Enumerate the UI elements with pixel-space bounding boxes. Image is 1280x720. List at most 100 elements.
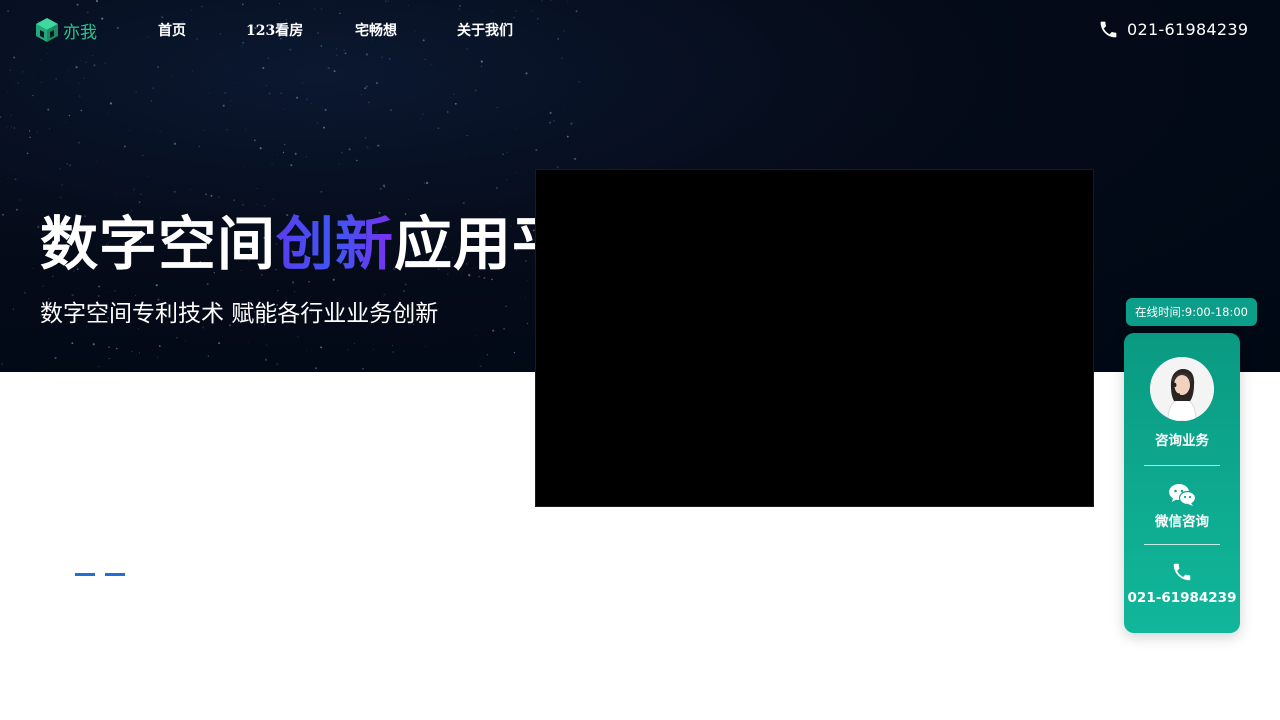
star: [259, 147, 262, 150]
star: [480, 65, 483, 68]
star: [68, 70, 70, 72]
star: [353, 142, 355, 144]
star: [294, 152, 297, 155]
star: [106, 292, 107, 294]
star: [263, 204, 266, 207]
star: [108, 346, 110, 349]
slider-dot-2[interactable]: [105, 573, 125, 576]
logo-cube-icon: [36, 18, 58, 42]
star: [154, 355, 156, 357]
star: [392, 351, 394, 353]
star: [535, 149, 538, 152]
star: [138, 352, 141, 354]
star: [339, 163, 341, 165]
header-phone[interactable]: 021-61984239: [1098, 19, 1248, 40]
star: [59, 196, 62, 199]
nav-item-123-view-house[interactable]: 123看房: [246, 20, 303, 40]
star: [82, 77, 85, 80]
star: [525, 297, 527, 299]
star: [465, 152, 466, 154]
star: [171, 76, 172, 77]
star: [368, 101, 370, 104]
star: [65, 121, 66, 123]
star: [139, 193, 142, 196]
star: [16, 208, 18, 211]
video-player[interactable]: [535, 169, 1094, 507]
nav-item-zhai-changxiang[interactable]: 宅畅想: [355, 20, 397, 40]
star: [68, 114, 71, 117]
nav-item-home[interactable]: 首页: [158, 20, 186, 40]
star: [466, 135, 468, 137]
star: [13, 127, 16, 129]
star: [77, 141, 80, 144]
star: [377, 144, 380, 147]
nav-item-about-us[interactable]: 关于我们: [457, 20, 513, 40]
star: [294, 291, 296, 293]
star: [173, 190, 176, 193]
star: [188, 175, 190, 176]
star: [55, 77, 58, 81]
star: [480, 60, 483, 63]
star: [454, 102, 457, 105]
star: [157, 66, 160, 69]
star: [324, 108, 327, 111]
star: [320, 190, 323, 193]
star: [563, 121, 565, 123]
star: [80, 109, 83, 112]
consult-phone-number[interactable]: 021-61984239: [1124, 590, 1240, 606]
star: [364, 87, 367, 90]
star: [170, 371, 172, 372]
star: [93, 64, 96, 67]
wechat-consult-label[interactable]: 微信咨询: [1124, 510, 1240, 530]
star: [496, 107, 498, 109]
customer-service-avatar[interactable]: [1150, 357, 1214, 421]
hero-headline: 数字空间创新应用平台: [40, 208, 536, 288]
star: [157, 356, 159, 358]
star: [36, 131, 38, 133]
hero-subtitle: 数字空间专利技术 赋能各行业业务创新: [40, 301, 439, 327]
star: [192, 70, 193, 72]
star: [424, 182, 426, 184]
star: [178, 175, 180, 177]
star: [402, 289, 405, 293]
star: [365, 137, 367, 139]
star: [502, 153, 504, 155]
star: [495, 186, 498, 189]
star: [131, 350, 133, 353]
star: [506, 151, 508, 153]
star: [222, 104, 225, 107]
star: [310, 103, 313, 105]
star: [430, 63, 433, 66]
star: [526, 322, 529, 325]
star: [315, 367, 317, 370]
star: [515, 172, 517, 174]
star: [26, 152, 29, 155]
star: [61, 184, 63, 186]
star: [135, 90, 137, 93]
star: [176, 336, 178, 339]
star: [450, 97, 452, 98]
star: [347, 349, 349, 351]
star: [389, 109, 392, 112]
headline-accent-text: 创新: [276, 210, 395, 278]
star: [268, 92, 271, 95]
top-nav: 亦我 首页 123看房 宅畅想 关于我们 021-61984239: [0, 0, 1280, 60]
slider-dot-1[interactable]: [75, 573, 95, 576]
star: [115, 347, 118, 350]
phone-icon[interactable]: [1171, 561, 1193, 583]
wechat-icon[interactable]: [1168, 483, 1196, 507]
star: [54, 356, 57, 360]
star: [280, 92, 282, 94]
star: [233, 199, 235, 201]
logo[interactable]: 亦我: [35, 17, 97, 43]
star: [1, 363, 4, 365]
star: [229, 71, 231, 73]
star: [563, 105, 565, 107]
star: [323, 126, 325, 129]
headline-text-part2: 应用平台: [394, 210, 536, 278]
consult-business-label[interactable]: 咨询业务: [1124, 429, 1240, 449]
star: [272, 198, 275, 201]
star: [19, 199, 21, 201]
star: [375, 81, 379, 85]
star: [549, 111, 552, 114]
